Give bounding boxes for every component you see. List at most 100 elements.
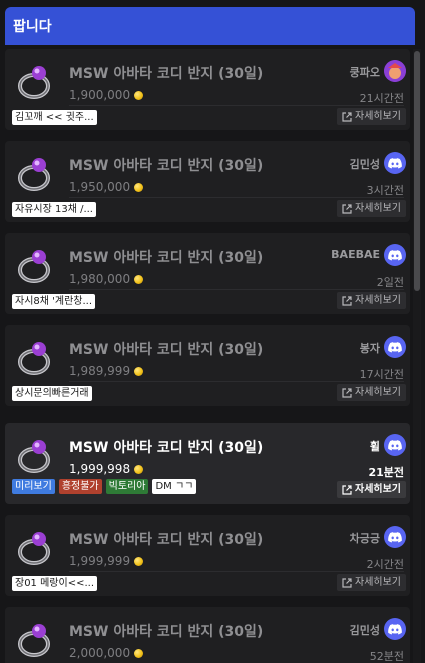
posted-time: 21분전 — [368, 466, 404, 479]
divider — [69, 105, 404, 106]
view-details-label: 자세히보기 — [355, 387, 401, 398]
listing-card[interactable]: MSW 아바타 코디 반지 (30일) 김민성 1,950,000 3시간전 자… — [5, 141, 410, 222]
listing-card-active[interactable]: MSW 아바타 코디 반지 (30일) 휠 1,999,998 21분전 미리보… — [5, 423, 410, 504]
discord-icon — [384, 526, 406, 548]
price-value: 1,900,000 — [69, 88, 131, 102]
listing-title: MSW 아바타 코디 반지 (30일) — [69, 158, 264, 174]
ring-item-icon — [18, 532, 50, 565]
listing-comment: 자유시장 13채 /... — [12, 202, 96, 217]
divider — [69, 289, 404, 290]
ring-item-icon — [18, 624, 50, 657]
external-link-icon — [342, 203, 352, 214]
price-row: 1,999,999 — [69, 554, 144, 568]
discord-icon — [384, 152, 406, 174]
discord-icon — [384, 618, 406, 640]
view-details-button[interactable]: 자세히보기 — [337, 574, 406, 591]
view-details-button[interactable]: 자세히보기 — [337, 384, 406, 401]
ring-item-icon — [18, 158, 50, 191]
view-details-button[interactable]: 자세히보기 — [337, 200, 406, 217]
listing-comment: 김꼬깨 << 귓주... — [12, 110, 97, 125]
view-details-button[interactable]: 자세히보기 — [337, 292, 406, 309]
listing-card[interactable]: MSW 아바타 코디 반지 (30일) BAEBAE 1,980,000 2일전… — [5, 233, 410, 314]
listing-comment: DM ㄱㄱ — [152, 479, 197, 494]
section-header: 팝니다 — [5, 7, 415, 45]
posted-time: 2일전 — [376, 276, 404, 289]
listing-comment: 장01 메랑이<<... — [12, 576, 97, 591]
no-haggle-tag: 흥정불가 — [58, 479, 102, 494]
price-row: 2,000,000 — [69, 646, 144, 660]
price-value: 1,980,000 — [69, 272, 131, 286]
ring-item-icon — [18, 250, 50, 283]
listing-comment: 자시8채 '계란창... — [12, 294, 96, 309]
external-link-icon — [342, 295, 352, 306]
scrollbar-thumb[interactable] — [414, 51, 420, 291]
posted-time: 17시간전 — [359, 368, 404, 381]
view-details-label: 자세히보기 — [355, 111, 401, 122]
meso-coin-icon — [134, 90, 144, 100]
seller-name: 쿵파오 — [349, 66, 380, 79]
seller-name: 차긍긍 — [349, 532, 380, 545]
external-link-icon — [342, 484, 352, 495]
tag-list: 미리보기 흥정불가 빅토리아 DM ㄱㄱ — [12, 479, 197, 494]
view-details-label: 자세히보기 — [355, 295, 401, 306]
meso-coin-icon — [134, 464, 144, 474]
view-details-label: 자세히보기 — [355, 203, 401, 214]
posted-time: 52분전 — [369, 650, 404, 663]
seller-name: 휠 — [369, 440, 380, 453]
posted-time: 3시간전 — [366, 184, 404, 197]
meso-coin-icon — [134, 648, 144, 658]
listing-title: MSW 아바타 코디 반지 (30일) — [69, 440, 264, 456]
price-row: 1,900,000 — [69, 88, 144, 102]
price-value: 1,950,000 — [69, 180, 131, 194]
posted-time: 2시간전 — [366, 558, 404, 571]
discord-icon — [384, 434, 406, 456]
posted-time: 21시간전 — [359, 92, 404, 105]
listing-comment: 상시문의빠른거래 — [12, 386, 92, 401]
server-tag: 빅토리아 — [105, 479, 149, 494]
listing-title: MSW 아바타 코디 반지 (30일) — [69, 532, 264, 548]
listing-list[interactable]: MSW 아바타 코디 반지 (30일) 쿵파오 1,900,000 21시간전 … — [5, 49, 410, 663]
external-link-icon — [342, 111, 352, 122]
listing-title: MSW 아바타 코디 반지 (30일) — [69, 342, 264, 358]
seller-name: 김민성 — [349, 624, 380, 637]
price-value: 1,999,998 — [69, 462, 131, 476]
seller-name: 김민성 — [349, 158, 380, 171]
price-row: 1,989,999 — [69, 364, 144, 378]
listing-title: MSW 아바타 코디 반지 (30일) — [69, 624, 264, 640]
preview-tag[interactable]: 미리보기 — [12, 479, 55, 494]
view-details-label: 자세히보기 — [355, 577, 401, 588]
external-link-icon — [342, 387, 352, 398]
ring-item-icon — [18, 342, 50, 375]
view-details-label: 자세히보기 — [355, 484, 401, 495]
listing-card[interactable]: MSW 아바타 코디 반지 (30일) 봉자 1,989,999 17시간전 상… — [5, 325, 410, 406]
meso-coin-icon — [134, 182, 144, 192]
seller-name: 봉자 — [359, 342, 380, 355]
listing-card[interactable]: MSW 아바타 코디 반지 (30일) 차긍긍 1,999,999 2시간전 장… — [5, 515, 410, 596]
meso-coin-icon — [134, 366, 144, 376]
listing-card[interactable]: MSW 아바타 코디 반지 (30일) 쿵파오 1,900,000 21시간전 … — [5, 49, 410, 130]
scrollbar[interactable] — [413, 49, 421, 663]
external-link-icon — [342, 577, 352, 588]
price-value: 1,989,999 — [69, 364, 131, 378]
custom-avatar — [384, 60, 406, 82]
listing-title: MSW 아바타 코디 반지 (30일) — [69, 66, 264, 82]
ring-item-icon — [18, 66, 50, 99]
section-title: 팝니다 — [13, 19, 52, 35]
divider — [69, 381, 404, 382]
discord-icon — [384, 336, 406, 358]
divider — [69, 571, 404, 572]
view-details-button[interactable]: 자세히보기 — [337, 108, 406, 125]
divider — [69, 197, 404, 198]
listing-card[interactable]: MSW 아바타 코디 반지 (30일) 김민성 2,000,000 52분전 — [5, 607, 410, 663]
seller-name: BAEBAE — [331, 248, 380, 261]
listing-title: MSW 아바타 코디 반지 (30일) — [69, 250, 264, 266]
price-value: 2,000,000 — [69, 646, 131, 660]
price-row: 1,999,998 — [69, 462, 144, 476]
meso-coin-icon — [134, 274, 144, 284]
price-value: 1,999,999 — [69, 554, 131, 568]
price-row: 1,980,000 — [69, 272, 144, 286]
discord-icon — [384, 244, 406, 266]
ring-item-icon — [18, 440, 50, 473]
meso-coin-icon — [134, 556, 144, 566]
view-details-button[interactable]: 자세히보기 — [337, 481, 406, 498]
